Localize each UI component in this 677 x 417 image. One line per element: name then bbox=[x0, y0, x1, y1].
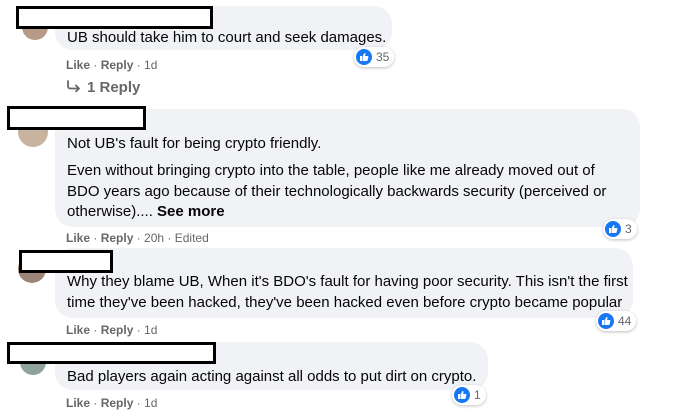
comment-text-line: Why they blame UB, When it's BDO's fault… bbox=[67, 273, 628, 290]
comment-actions: Like · Reply · 20h · Edited bbox=[66, 231, 209, 245]
thumbs-up-icon bbox=[454, 387, 470, 403]
reaction-count-value: 1 bbox=[474, 388, 481, 402]
comment-actions: Like · Reply · 1d bbox=[66, 323, 158, 337]
comment-text-line: otherwise).... See more bbox=[67, 201, 225, 223]
timestamp[interactable]: 1d bbox=[144, 396, 157, 410]
comment-actions: Like · Reply · 1d bbox=[66, 396, 158, 410]
comment-text-tail: otherwise).... bbox=[67, 203, 153, 220]
reply-link[interactable]: Reply bbox=[101, 58, 134, 72]
comment-text: UB should take him to court and seek dam… bbox=[67, 29, 387, 46]
reaction-count[interactable]: 3 bbox=[603, 219, 637, 239]
reaction-count[interactable]: 1 bbox=[452, 385, 486, 405]
like-link[interactable]: Like bbox=[66, 323, 90, 337]
reply-arrow-icon bbox=[67, 79, 81, 96]
redacted-author-name bbox=[16, 6, 213, 29]
comment-text-line: BDO years ago because of their technolog… bbox=[67, 183, 607, 200]
view-replies-label: 1 Reply bbox=[87, 79, 141, 96]
reply-link[interactable]: Reply bbox=[101, 231, 134, 245]
reaction-count[interactable]: 35 bbox=[354, 47, 395, 67]
reply-link[interactable]: Reply bbox=[101, 396, 134, 410]
reaction-count-value: 3 bbox=[625, 222, 632, 236]
view-replies-link[interactable]: 1 Reply bbox=[67, 79, 140, 96]
comment-text-line: time they've been hacked, they've been h… bbox=[67, 294, 623, 311]
like-link[interactable]: Like bbox=[66, 58, 90, 72]
edited-label: Edited bbox=[174, 231, 209, 245]
timestamp[interactable]: 1d bbox=[144, 58, 157, 72]
comment-text-line: Even without bringing crypto into the ta… bbox=[67, 162, 595, 179]
comment-actions: Like · Reply · 1d bbox=[66, 58, 158, 72]
reaction-count-value: 35 bbox=[376, 50, 390, 64]
reaction-count[interactable]: 44 bbox=[596, 311, 637, 331]
timestamp[interactable]: 1d bbox=[144, 323, 157, 337]
like-link[interactable]: Like bbox=[66, 231, 90, 245]
comment-text: Bad players again acting against all odd… bbox=[67, 368, 477, 385]
like-link[interactable]: Like bbox=[66, 396, 90, 410]
redacted-author-name bbox=[19, 250, 113, 273]
thumbs-up-icon bbox=[356, 49, 372, 65]
comment-text-line: Not UB's fault for being crypto friendly… bbox=[67, 135, 322, 152]
thumbs-up-icon bbox=[605, 221, 621, 237]
timestamp[interactable]: 20h bbox=[144, 231, 164, 245]
reaction-count-value: 44 bbox=[618, 314, 632, 328]
reply-link[interactable]: Reply bbox=[101, 323, 134, 337]
redacted-author-name bbox=[7, 106, 146, 130]
redacted-author-name bbox=[7, 342, 216, 364]
thumbs-up-icon bbox=[598, 313, 614, 329]
see-more-link[interactable]: See more bbox=[157, 203, 225, 220]
